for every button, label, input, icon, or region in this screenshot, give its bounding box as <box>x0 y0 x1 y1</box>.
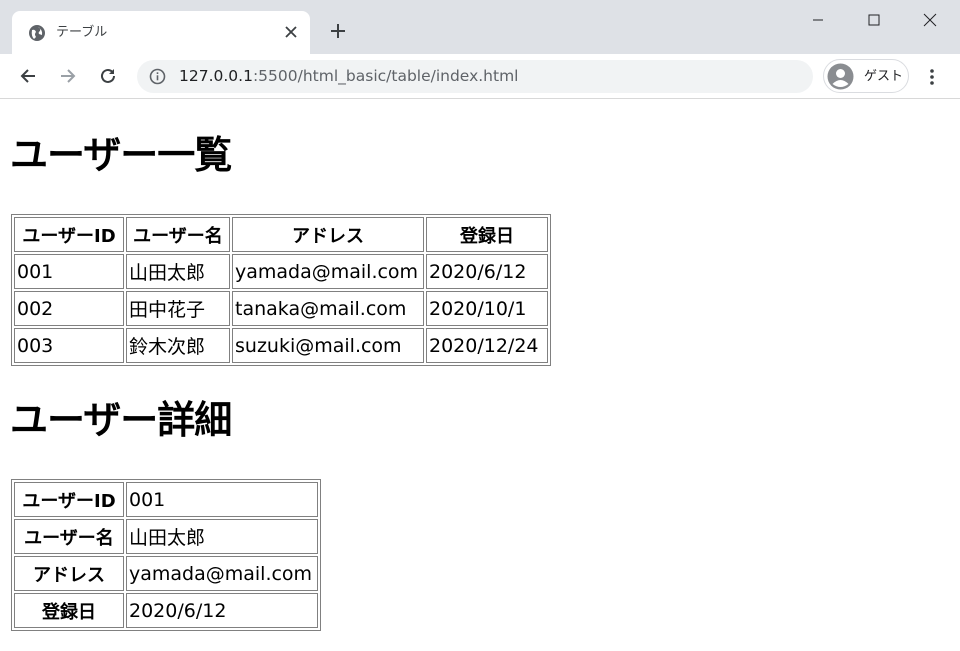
browser-titlebar: テーブル <box>0 0 960 54</box>
cell-user-name: 山田太郎 <box>126 519 318 554</box>
cell-user-id: 002 <box>14 291 124 326</box>
cell-registered-date: 2020/12/24 <box>426 328 548 363</box>
address-bar[interactable]: 127.0.0.1:5500/html_basic/table/index.ht… <box>137 60 813 93</box>
user-detail-table: ユーザーID 001 ユーザー名 山田太郎 アドレス yamada@mail.c… <box>11 479 321 631</box>
table-row: ユーザーID 001 <box>14 482 318 517</box>
browser-tab[interactable]: テーブル <box>12 11 310 54</box>
row-header-registered-date: 登録日 <box>14 593 124 628</box>
reload-icon <box>101 68 115 83</box>
row-header-address: アドレス <box>14 556 124 591</box>
tab-title: テーブル <box>56 25 108 40</box>
arrow-left-icon <box>20 69 35 83</box>
cell-address: suzuki@mail.com <box>232 328 424 363</box>
cell-registered-date: 2020/6/12 <box>126 593 318 628</box>
header-registered-date: 登録日 <box>426 217 548 252</box>
avatar-icon <box>827 63 854 90</box>
table-row: 002 田中花子 tanaka@mail.com 2020/10/1 <box>14 291 548 326</box>
header-user-id: ユーザーID <box>14 217 124 252</box>
browser-toolbar: 127.0.0.1:5500/html_basic/table/index.ht… <box>0 54 960 99</box>
back-button[interactable] <box>13 61 43 91</box>
table-header-row: ユーザーID ユーザー名 アドレス 登録日 <box>14 217 548 252</box>
close-icon[interactable] <box>282 23 300 41</box>
url-text[interactable]: 127.0.0.1:5500/html_basic/table/index.ht… <box>179 67 518 86</box>
cell-registered-date: 2020/6/12 <box>426 254 548 289</box>
plus-icon[interactable] <box>326 20 350 44</box>
user-list-heading: ユーザー一覧 <box>10 133 232 177</box>
cell-user-id: 001 <box>14 254 124 289</box>
arrow-right-icon <box>61 69 76 83</box>
profile-label: ゲスト <box>864 69 904 84</box>
minimize-icon[interactable] <box>790 0 846 40</box>
info-icon[interactable] <box>149 68 166 85</box>
user-detail-heading: ユーザー詳細 <box>10 398 232 442</box>
cell-user-name: 田中花子 <box>126 291 230 326</box>
forward-button[interactable] <box>53 61 83 91</box>
url-path: :5500/html_basic/table/index.html <box>252 67 519 85</box>
table-row: 003 鈴木次郎 suzuki@mail.com 2020/12/24 <box>14 328 548 363</box>
header-address: アドレス <box>232 217 424 252</box>
cell-user-name: 山田太郎 <box>126 254 230 289</box>
table-row: 001 山田太郎 yamada@mail.com 2020/6/12 <box>14 254 548 289</box>
cell-user-id: 001 <box>126 482 318 517</box>
kebab-menu-icon[interactable] <box>918 64 946 90</box>
cell-user-id: 003 <box>14 328 124 363</box>
cell-address: yamada@mail.com <box>126 556 318 591</box>
table-row: アドレス yamada@mail.com <box>14 556 318 591</box>
cell-address: tanaka@mail.com <box>232 291 424 326</box>
url-host: 127.0.0.1 <box>179 67 253 85</box>
header-user-name: ユーザー名 <box>126 217 230 252</box>
table-row: 登録日 2020/6/12 <box>14 593 318 628</box>
maximize-icon[interactable] <box>846 0 902 40</box>
row-header-user-id: ユーザーID <box>14 482 124 517</box>
window-close-icon[interactable] <box>902 0 958 40</box>
cell-registered-date: 2020/10/1 <box>426 291 548 326</box>
user-list-table: ユーザーID ユーザー名 アドレス 登録日 001 山田太郎 yamada@ma… <box>11 214 551 366</box>
reload-button[interactable] <box>93 61 123 91</box>
cell-user-name: 鈴木次郎 <box>126 328 230 363</box>
row-header-user-name: ユーザー名 <box>14 519 124 554</box>
globe-icon <box>29 25 45 41</box>
profile-button[interactable]: ゲスト <box>823 59 909 93</box>
cell-address: yamada@mail.com <box>232 254 424 289</box>
table-row: ユーザー名 山田太郎 <box>14 519 318 554</box>
